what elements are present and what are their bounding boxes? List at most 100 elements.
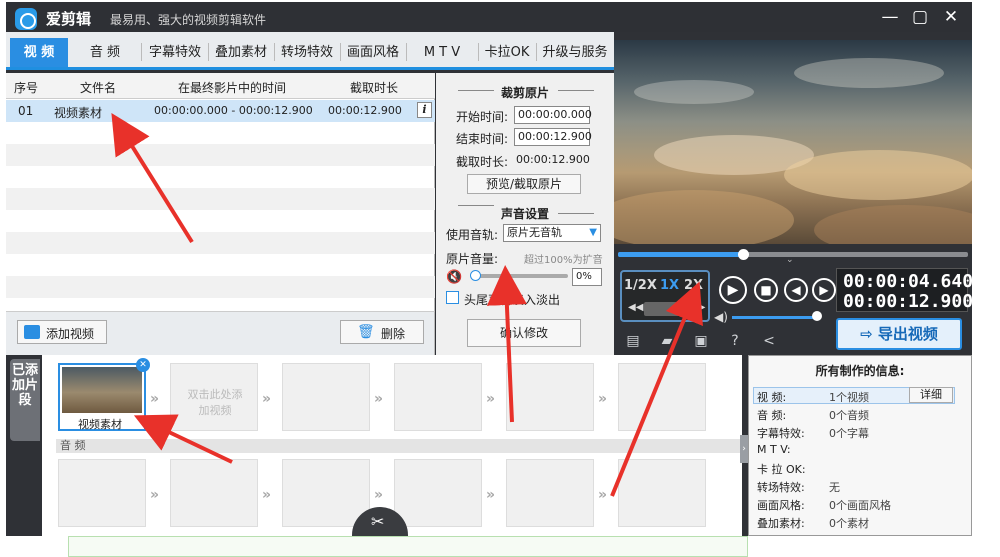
added-clips-tab[interactable]: 已添加片段 xyxy=(10,359,40,441)
project-info-panel: 所有制作的信息: 详细 视 频: 1个视频 音 频: 0个音频 字幕特效: 0个… xyxy=(748,355,972,536)
play-icon[interactable]: ▶ xyxy=(719,276,747,304)
clip-list-panel: 序号 文件名 在最终影片中的时间 截取时长 01 视频素材 00:00:00.0… xyxy=(6,73,435,311)
remove-clip-icon[interactable]: ✕ xyxy=(136,358,150,372)
delete-button[interactable]: 🗑 删除 xyxy=(340,320,424,344)
close-button[interactable]: ✕ xyxy=(940,7,962,27)
tab-subtitle-effects[interactable]: 字幕特效 xyxy=(143,38,207,67)
timeline-clip[interactable]: 视频素材 ✕ xyxy=(58,358,150,431)
add-video-slot[interactable]: 双击此处添加视频 xyxy=(170,363,258,431)
audio-slot[interactable] xyxy=(282,459,370,527)
player-volume-slider[interactable] xyxy=(732,316,816,319)
stop-icon[interactable]: ■ xyxy=(754,278,778,302)
info-label: 叠加素材: xyxy=(757,517,805,530)
export-label: 导出视频 xyxy=(877,325,938,343)
volume-slider-knob[interactable] xyxy=(470,270,481,281)
audio-track-value: 原片无音轨 xyxy=(507,226,562,239)
clip-table-header: 序号 文件名 在最终影片中的时间 截取时长 xyxy=(6,73,435,99)
tab-video[interactable]: 视 频 xyxy=(10,38,68,67)
end-time-field[interactable]: 00:00:12.900 xyxy=(514,128,592,146)
collapse-panel-icon[interactable]: › xyxy=(740,435,748,463)
clip-label: 视频素材 xyxy=(78,418,122,431)
tab-upgrade[interactable]: 升级与服务 xyxy=(537,38,613,67)
rewind-icon[interactable]: ◀◀ xyxy=(628,302,643,313)
help-icon[interactable]: ? xyxy=(726,332,744,350)
video-preview[interactable] xyxy=(614,40,972,244)
volume-value-field[interactable]: 0% xyxy=(572,268,602,286)
tab-style[interactable]: 画面风格 xyxy=(341,38,405,67)
volume-icon[interactable]: ◀) xyxy=(714,310,728,324)
film-icon xyxy=(24,325,40,339)
info-value: 0个素材 xyxy=(829,517,869,530)
audio-slot[interactable] xyxy=(58,459,146,527)
delete-label: 删除 xyxy=(381,327,406,341)
jog-wheel[interactable] xyxy=(644,302,684,316)
minimize-button[interactable]: — xyxy=(879,7,901,27)
add-video-button[interactable]: 添加视频 xyxy=(17,320,107,344)
empty-slot[interactable] xyxy=(282,363,370,431)
new-project-icon[interactable]: ▤ xyxy=(624,332,642,350)
empty-slot[interactable] xyxy=(394,363,482,431)
save-icon[interactable]: ▣ xyxy=(692,332,710,350)
add-video-label: 添加视频 xyxy=(46,327,95,341)
info-value: 0个画面风格 xyxy=(829,499,891,512)
volume-hint: 超过100%为扩音 xyxy=(524,255,603,266)
export-icon: ⇨ xyxy=(860,325,878,343)
fade-checkbox[interactable] xyxy=(446,291,459,304)
time-display: 00:00:04.640 00:00:12.900 xyxy=(836,268,973,312)
empty-slot[interactable] xyxy=(506,363,594,431)
share-icon[interactable]: < xyxy=(760,332,778,350)
info-icon[interactable]: i xyxy=(417,102,432,118)
prev-frame-icon[interactable]: ◀ xyxy=(784,278,808,302)
app-window: 爱剪辑 最易用、强大的视频剪辑软件 — ▢ ✕ 视 频 音 频 字幕特效 叠加素… xyxy=(6,2,973,547)
info-label: 画面风格: xyxy=(757,499,805,512)
fast-forward-icon[interactable]: ▶▶ xyxy=(690,302,705,313)
speed-normal[interactable]: 1X xyxy=(660,278,679,293)
volume-slider[interactable] xyxy=(472,274,568,278)
speed-selector: 1/2X 1X 2X ◀◀ ▶▶ xyxy=(620,270,710,322)
seek-bar[interactable]: ⌄ xyxy=(614,244,972,266)
empty-slot[interactable] xyxy=(618,363,706,431)
start-time-field[interactable]: 00:00:00.000 xyxy=(514,106,592,124)
detail-button[interactable]: 详细 xyxy=(909,387,953,403)
export-video-button[interactable]: ⇨ 导出视频 xyxy=(836,318,962,350)
audio-slot[interactable] xyxy=(394,459,482,527)
row-duration: 00:00:12.900 xyxy=(328,104,402,117)
preview-trim-button[interactable]: 预览/截取原片 xyxy=(467,174,581,194)
app-subtitle: 最易用、强大的视频剪辑软件 xyxy=(110,13,267,27)
next-frame-icon[interactable]: ▶ xyxy=(812,278,836,302)
volume-label: 原片音量: xyxy=(446,252,499,266)
info-label: 卡 拉 OK: xyxy=(757,463,806,476)
audio-slot[interactable] xyxy=(618,459,706,527)
tab-karaoke[interactable]: 卡拉OK xyxy=(479,38,535,67)
duration-value: 00:00:12.900 xyxy=(516,153,590,166)
info-title: 所有制作的信息: xyxy=(815,364,905,378)
table-row[interactable]: 01 视频素材 00:00:00.000 - 00:00:12.900 00:0… xyxy=(6,100,435,122)
tab-overlay[interactable]: 叠加素材 xyxy=(209,38,273,67)
tab-mtv[interactable]: M T V xyxy=(407,38,477,67)
info-label: M T V: xyxy=(757,443,791,456)
open-folder-icon[interactable]: ▰ xyxy=(658,332,676,350)
player-volume-knob[interactable] xyxy=(812,311,822,321)
scissors-icon: ✂ xyxy=(371,512,385,531)
end-time-label: 结束时间: xyxy=(456,132,509,146)
audio-slot[interactable] xyxy=(170,459,258,527)
arrow-icon: » xyxy=(150,391,160,407)
clip-thumbnail xyxy=(62,367,142,413)
confirm-button[interactable]: 确认修改 xyxy=(467,319,581,347)
tab-transition[interactable]: 转场特效 xyxy=(275,38,339,67)
clip-action-bar: 添加视频 🗑 删除 xyxy=(6,311,435,355)
audio-track-select[interactable]: 原片无音轨 ▼ xyxy=(503,224,601,242)
mute-icon[interactable]: 🔇 xyxy=(446,270,462,285)
audio-slot[interactable] xyxy=(506,459,594,527)
app-logo-icon xyxy=(15,8,37,30)
maximize-button[interactable]: ▢ xyxy=(909,7,931,27)
column-timeline-range: 在最终影片中的时间 xyxy=(178,81,287,95)
speed-half[interactable]: 1/2X xyxy=(624,278,657,293)
speed-double[interactable]: 2X xyxy=(684,278,703,293)
audio-track-label: 使用音轨: xyxy=(446,228,499,242)
tab-audio[interactable]: 音 频 xyxy=(76,38,134,67)
info-label: 音 频: xyxy=(757,409,787,422)
column-duration: 截取时长 xyxy=(350,81,399,95)
chevron-down-icon[interactable]: ⌄ xyxy=(786,255,794,265)
seek-knob[interactable] xyxy=(738,249,749,260)
